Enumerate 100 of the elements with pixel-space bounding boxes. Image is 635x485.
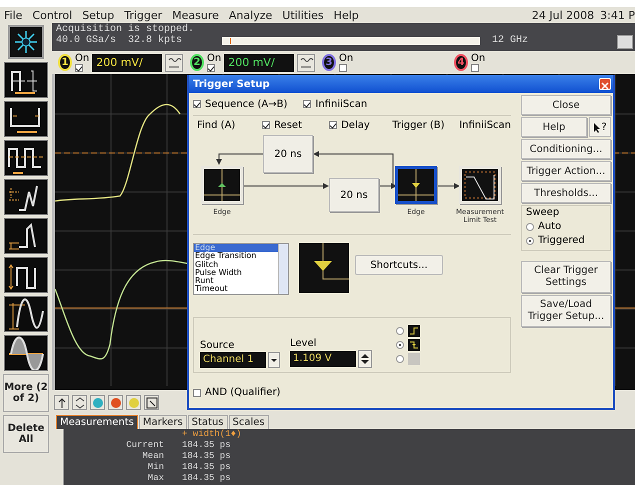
level-field[interactable]: 1.109 V <box>290 351 356 367</box>
radio-button[interactable] <box>526 222 534 230</box>
channel-badge[interactable]: 4 <box>454 54 468 71</box>
channel-badge[interactable]: 3 <box>322 54 336 71</box>
menu-item[interactable]: File <box>4 8 22 22</box>
list-item[interactable]: Edge <box>194 244 278 252</box>
menu-item[interactable]: Measure <box>172 8 219 22</box>
checkbox-label: InfiniiScan <box>315 98 368 110</box>
trigger-type-list[interactable]: Edge Edge Transition Glitch Pulse Width Runt Timeout <box>193 243 289 295</box>
list-item[interactable]: Pulse Width <box>194 268 278 278</box>
column-heading: Trigger (B) <box>392 120 446 130</box>
either-edge-icon <box>408 353 420 365</box>
dialog-button[interactable]: Save/Load Trigger Setup... <box>521 295 611 327</box>
edge-trigger-icon <box>204 169 240 201</box>
scrollbar[interactable] <box>278 244 288 294</box>
dialog-button[interactable]: Clear Trigger Settings <box>521 261 611 293</box>
edge-preview-icon <box>299 243 349 293</box>
dialog-button[interactable]: Thresholds... <box>521 183 611 203</box>
column-heading: Find (A) <box>197 120 236 130</box>
side-button[interactable]: More (2 of 2) <box>3 374 49 412</box>
dialog-title: Trigger Setup <box>193 78 270 90</box>
negative-pulse-icon[interactable] <box>4 101 48 137</box>
arrow <box>216 154 264 165</box>
coupling-icon[interactable] <box>297 54 316 72</box>
dialog-button[interactable]: Trigger Action... <box>521 161 611 181</box>
tab[interactable]: Status <box>188 415 228 429</box>
channel-checkbox[interactable] <box>471 64 479 72</box>
measurement-title: + width(1♦) <box>182 429 242 440</box>
delay-time-box[interactable]: 20 ns <box>329 178 379 212</box>
statistic-label: Min <box>146 462 164 473</box>
scale-field[interactable]: 200 mV/ <box>92 54 162 72</box>
menu-item[interactable]: Trigger <box>124 8 162 22</box>
edge-trigger-icon <box>398 169 434 201</box>
menu-item[interactable]: Control <box>32 8 72 22</box>
dialog-button[interactable]: Conditioning... <box>521 139 611 159</box>
trigger-stage-button[interactable] <box>395 166 437 204</box>
spin-icon[interactable] <box>72 394 87 410</box>
statistic-value: 184.35 ps <box>182 473 232 484</box>
checkbox[interactable] <box>193 388 201 396</box>
sine-amplitude-icon[interactable] <box>4 296 48 332</box>
channel-checkbox[interactable] <box>207 64 215 72</box>
source-dropdown[interactable]: Channel 1 <box>200 352 266 368</box>
radio-button[interactable] <box>396 355 404 363</box>
radio-button[interactable] <box>526 236 534 244</box>
on-label: On <box>207 54 222 64</box>
limit-test-icon <box>462 169 498 201</box>
statistic-label: Current <box>125 440 164 451</box>
square-step-icon[interactable] <box>4 257 48 293</box>
radio-button[interactable] <box>396 327 404 335</box>
scrollbar[interactable] <box>52 429 64 485</box>
pointer-help-button[interactable]: ? <box>589 117 611 137</box>
help-button[interactable]: Help <box>521 117 587 137</box>
checkbox[interactable] <box>329 121 338 129</box>
date-text: 24 Jul 2008 <box>532 8 594 22</box>
circle-icon[interactable] <box>108 394 123 410</box>
list-item[interactable]: Glitch <box>194 260 278 269</box>
spinner-icon[interactable] <box>358 350 372 368</box>
time-text: 3:41 P <box>600 8 635 22</box>
checkbox-label: Sequence (A→B) <box>205 98 288 110</box>
rising-edge-icon[interactable] <box>4 218 48 254</box>
tab[interactable]: Scales <box>228 415 269 429</box>
channel-badge[interactable]: 1 <box>58 54 72 71</box>
tab[interactable]: Markers <box>138 415 187 429</box>
zoom-box-icon[interactable] <box>144 394 159 410</box>
checkbox-label: AND (Qualifier) <box>205 387 280 398</box>
checkbox[interactable] <box>303 100 312 108</box>
sine-wave-icon[interactable] <box>4 335 48 371</box>
coupling-icon[interactable] <box>165 54 184 72</box>
delay-time-box[interactable]: 20 ns <box>263 135 313 173</box>
menu-item[interactable]: Help <box>334 8 359 22</box>
cursor-icon <box>593 122 602 132</box>
menu-item[interactable]: Analyze <box>228 8 272 22</box>
statistic-value: 184.35 ps <box>182 462 232 473</box>
channel-badge[interactable]: 2 <box>190 54 204 71</box>
memory-depth-text: 32.8 kpts <box>128 35 182 46</box>
shortcuts-button[interactable]: Shortcuts... <box>355 255 443 275</box>
pulse-train-icon[interactable] <box>4 140 48 176</box>
checkbox[interactable] <box>193 100 201 108</box>
scale-field[interactable]: 200 mV/ <box>224 54 294 72</box>
channel-checkbox[interactable] <box>339 64 347 72</box>
arrow <box>436 183 460 189</box>
checkbox[interactable] <box>262 121 270 129</box>
tab[interactable]: Measurements <box>56 415 138 429</box>
channel-checkbox[interactable] <box>75 64 83 72</box>
logo-icon <box>8 25 44 59</box>
radio-button[interactable] <box>396 341 404 349</box>
menu-item[interactable]: Utilities <box>282 8 324 22</box>
sample-rate-text: 40.0 GSa/s <box>56 35 116 46</box>
list-item[interactable]: Runt <box>194 277 278 286</box>
positive-pulse-icon[interactable] <box>4 62 48 98</box>
close-icon[interactable] <box>599 78 611 90</box>
column-heading: InfiniiScan <box>459 120 512 130</box>
close-button[interactable]: Close <box>521 95 611 115</box>
on-label: On <box>75 54 90 64</box>
rising-edge-icon <box>408 325 420 337</box>
side-button[interactable]: Delete All <box>3 415 49 453</box>
radio-label: Triggered <box>538 235 585 246</box>
list-item[interactable]: Timeout <box>194 285 278 294</box>
menu-item[interactable]: Setup <box>82 8 114 22</box>
list-item[interactable]: Edge Transition <box>194 252 278 261</box>
